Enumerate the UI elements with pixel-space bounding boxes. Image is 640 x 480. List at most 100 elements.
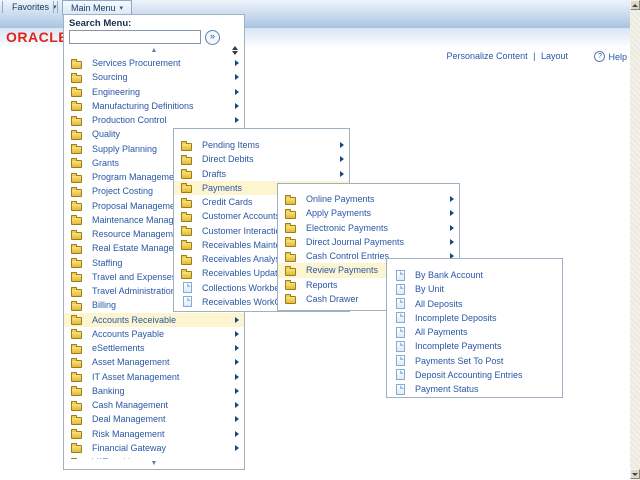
menu-item[interactable]: Cash Management (64, 398, 244, 412)
menu-item-label: Engineering (92, 87, 140, 97)
vertical-scrollbar[interactable] (630, 0, 640, 480)
menu-item[interactable]: IT Asset Management (64, 370, 244, 384)
submenu-arrow-icon (235, 374, 239, 380)
menu-item-label: All Deposits (415, 299, 463, 309)
folder-icon (71, 186, 83, 197)
menu-item-label: Project Costing (92, 186, 153, 196)
layout-link[interactable]: Layout (541, 51, 568, 61)
submenu-arrow-icon (235, 431, 239, 437)
menu-item[interactable]: Accounts Payable (64, 327, 244, 341)
menu-item[interactable]: eSettlements (64, 341, 244, 355)
menu-item[interactable]: Apply Payments (278, 206, 459, 220)
menu-item[interactable]: Sourcing (64, 70, 244, 84)
menu-item[interactable]: Electronic Payments (278, 221, 459, 235)
separator (53, 1, 54, 13)
menu-item[interactable]: Banking (64, 384, 244, 398)
menu-item-label: Grants (92, 158, 119, 168)
menu-item-label: Review Payments (306, 265, 378, 275)
folder-icon (71, 86, 83, 97)
menu-item-label: Quality (92, 129, 120, 139)
scrollbar-down-button[interactable] (630, 469, 640, 479)
folder-icon (71, 115, 83, 126)
menu-item[interactable]: By Unit (387, 282, 562, 296)
menu-item-label: Deposit Accounting Entries (415, 370, 523, 380)
document-icon (394, 298, 406, 309)
menu-item[interactable]: Incomplete Payments (387, 339, 562, 353)
folder-icon (71, 357, 83, 368)
menu-item[interactable]: All Deposits (387, 297, 562, 311)
favorites-label: Favorites (12, 2, 49, 12)
submenu-arrow-icon (450, 239, 454, 245)
folder-icon (285, 251, 297, 262)
menu-item-label: Supply Planning (92, 144, 157, 154)
submenu-arrow-icon (235, 345, 239, 351)
menu-item-label: Credit Cards (202, 197, 253, 207)
document-icon (394, 355, 406, 366)
menu-item[interactable]: Payment Status (387, 382, 562, 396)
menu-item[interactable]: By Bank Account (387, 268, 562, 282)
menu-item[interactable]: Engineering (64, 85, 244, 99)
menu-item-label: Cash Control Entries (306, 251, 389, 261)
folder-icon (71, 328, 83, 339)
menu-item[interactable]: All Payments (387, 325, 562, 339)
scrollbar-up-button[interactable] (630, 0, 640, 10)
menu-item[interactable]: Deal Management (64, 412, 244, 426)
folder-icon (71, 300, 83, 311)
menu-item-label: Reports (306, 280, 338, 290)
folder-icon (71, 371, 83, 382)
menu-item[interactable]: Pending Items (174, 138, 349, 152)
folder-icon (71, 72, 83, 83)
menu-item-label: Drafts (202, 169, 226, 179)
menu-resize-icon[interactable] (230, 44, 239, 56)
folder-icon (285, 293, 297, 304)
folder-icon (71, 343, 83, 354)
menu-item[interactable]: Direct Debits (174, 152, 349, 166)
folder-icon (71, 271, 83, 282)
document-icon (394, 369, 406, 380)
submenu-arrow-icon (235, 60, 239, 66)
menu-item-label: Financial Gateway (92, 443, 166, 453)
menu-item[interactable]: Online Payments (278, 192, 459, 206)
document-icon (394, 384, 406, 395)
folder-icon (181, 140, 193, 151)
menu-item[interactable]: Deposit Accounting Entries (387, 368, 562, 382)
menu-scroll-up-icon[interactable]: ▲ (64, 46, 244, 55)
menu-item-label: Production Control (92, 115, 167, 125)
menu-item[interactable]: Financial Gateway (64, 441, 244, 455)
menu-item[interactable]: Accounts Receivable (64, 313, 244, 327)
submenu-arrow-icon (235, 89, 239, 95)
folder-icon (181, 254, 193, 265)
menu-item-label: eSettlements (92, 343, 145, 353)
folder-icon (181, 268, 193, 279)
menu-item-label: Receivables Update (202, 268, 283, 278)
folder-icon (71, 157, 83, 168)
menu-item[interactable]: Production Control (64, 113, 244, 127)
menu-item-label: By Bank Account (415, 270, 483, 280)
menu-item-label: Receivables Analysis (202, 254, 287, 264)
search-input[interactable] (69, 30, 201, 44)
folder-icon (285, 265, 297, 276)
folder-icon (181, 168, 193, 179)
menu-item[interactable]: Direct Journal Payments (278, 235, 459, 249)
submenu-arrow-icon (235, 359, 239, 365)
submenu-arrow-icon (450, 225, 454, 231)
help-icon[interactable]: ? (594, 51, 605, 62)
search-go-icon[interactable]: » (205, 30, 220, 45)
favorites-menu-button[interactable]: Favorites ▾ (6, 1, 63, 13)
help-link[interactable]: Help (608, 52, 627, 62)
menu-item[interactable]: Services Procurement (64, 56, 244, 70)
menu-item-label: Billing (92, 300, 116, 310)
menu-scroll-down-icon[interactable]: ▼ (64, 459, 244, 468)
menu-item[interactable]: Payments Set To Post (387, 354, 562, 368)
menu-item[interactable]: Risk Management (64, 427, 244, 441)
document-icon (394, 341, 406, 352)
main-menu-button[interactable]: Main Menu ▾ (62, 0, 132, 15)
menu-item[interactable]: Asset Management (64, 355, 244, 369)
menu-item[interactable]: Manufacturing Definitions (64, 99, 244, 113)
menu-item[interactable]: Incomplete Deposits (387, 311, 562, 325)
application-window: Favorites ▾ Main Menu ▾ ORACLE Personali… (0, 0, 640, 480)
personalize-row: Personalize Content | Layout (447, 51, 568, 61)
folder-icon (71, 58, 83, 69)
menu-item[interactable]: Drafts (174, 167, 349, 181)
personalize-content-link[interactable]: Personalize Content (447, 51, 528, 61)
